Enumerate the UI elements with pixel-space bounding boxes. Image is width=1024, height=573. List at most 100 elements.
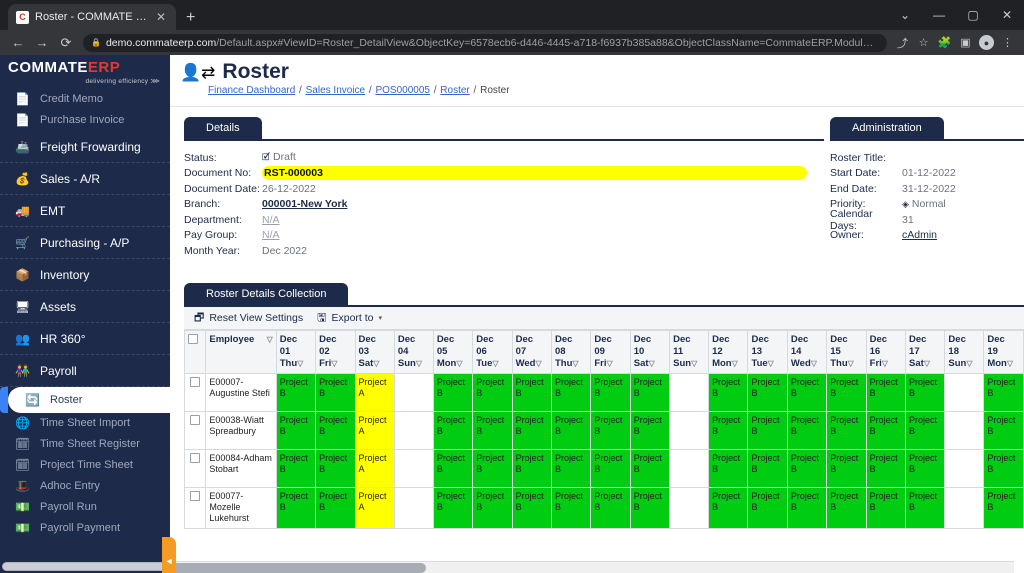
roster-cell[interactable]: Project B bbox=[630, 487, 669, 528]
back-icon[interactable]: ← bbox=[6, 32, 30, 54]
roster-cell[interactable]: Project B bbox=[787, 411, 826, 449]
filter-icon[interactable]: ▽ bbox=[607, 359, 613, 368]
sidebar-item-time-sheet-import[interactable]: 🌐Time Sheet Import bbox=[0, 413, 170, 434]
roster-cell[interactable]: Project A bbox=[355, 411, 394, 449]
roster-cell[interactable]: Project B bbox=[827, 449, 866, 487]
roster-cell[interactable]: Project B bbox=[316, 487, 355, 528]
column-header-dec-14[interactable]: Dec14Wed▽ bbox=[787, 331, 826, 374]
reset-view-settings-button[interactable]: 🗗Reset View Settings bbox=[194, 309, 303, 328]
roster-cell[interactable]: Project B bbox=[551, 487, 590, 528]
row-select-cell[interactable] bbox=[185, 487, 206, 528]
details-field-value[interactable]: N/A bbox=[262, 214, 280, 226]
row-checkbox[interactable] bbox=[190, 453, 200, 463]
sidebar-item-emt[interactable]: 🚚EMT bbox=[0, 195, 170, 227]
sidebar-item-roster[interactable]: 🔄Roster bbox=[8, 387, 170, 413]
close-icon[interactable]: ✕ bbox=[154, 11, 168, 23]
select-all-header[interactable] bbox=[185, 331, 206, 374]
roster-cell[interactable] bbox=[670, 411, 709, 449]
profile-icon[interactable]: ● bbox=[976, 32, 997, 54]
reload-icon[interactable]: ⟳ bbox=[54, 32, 78, 54]
filter-icon[interactable]: ▽ bbox=[811, 359, 817, 368]
roster-cell[interactable]: Project B bbox=[984, 449, 1024, 487]
filter-icon[interactable]: ▽ bbox=[535, 359, 541, 368]
filter-icon[interactable]: ▽ bbox=[331, 359, 337, 368]
roster-cell[interactable]: Project B bbox=[512, 449, 551, 487]
roster-cell[interactable] bbox=[394, 449, 433, 487]
share-icon[interactable]: ⤴ bbox=[892, 32, 913, 54]
sidebar-item-time-sheet-register[interactable]: 🗓Time Sheet Register bbox=[0, 434, 170, 455]
roster-cell[interactable] bbox=[945, 373, 984, 411]
roster-cell[interactable]: Project B bbox=[316, 373, 355, 411]
export-to-button[interactable]: 🖫Export to▾ bbox=[317, 309, 382, 328]
roster-cell[interactable]: Project B bbox=[709, 487, 748, 528]
sidebar-item-purchasing-a-p[interactable]: 🛒Purchasing - A/P bbox=[0, 227, 170, 259]
roster-cell[interactable] bbox=[394, 411, 433, 449]
sidebar-item-credit-memo[interactable]: 📄Credit Memo bbox=[0, 89, 170, 110]
roster-cell[interactable]: Project B bbox=[906, 449, 945, 487]
column-header-dec-16[interactable]: Dec16Fri▽ bbox=[866, 331, 905, 374]
address-bar[interactable]: 🔒 demo.commateerp.com/Default.aspx#ViewI… bbox=[83, 34, 887, 52]
roster-cell[interactable]: Project B bbox=[866, 373, 905, 411]
column-header-dec-18[interactable]: Dec18Sun▽ bbox=[945, 331, 984, 374]
roster-cell[interactable]: Project B bbox=[827, 487, 866, 528]
filter-icon[interactable]: ▽ bbox=[924, 359, 930, 368]
roster-cell[interactable] bbox=[394, 373, 433, 411]
column-header-dec-19[interactable]: Dec19Mon▽ bbox=[984, 331, 1024, 374]
roster-cell[interactable]: Project B bbox=[748, 449, 787, 487]
minimize-icon[interactable]: — bbox=[922, 0, 956, 30]
roster-cell[interactable]: Project B bbox=[709, 449, 748, 487]
filter-icon[interactable]: ▽ bbox=[416, 359, 422, 368]
roster-cell[interactable]: Project B bbox=[984, 411, 1024, 449]
roster-cell[interactable]: Project A bbox=[355, 373, 394, 411]
roster-cell[interactable]: Project B bbox=[512, 487, 551, 528]
sidebar-item-payroll-payment[interactable]: 💵Payroll Payment bbox=[0, 518, 170, 539]
sidebar-item-assets[interactable]: 🖥Assets bbox=[0, 291, 170, 323]
roster-cell[interactable]: Project B bbox=[433, 411, 472, 449]
filter-icon[interactable]: ▽ bbox=[768, 359, 774, 368]
roster-cell[interactable]: Project B bbox=[906, 373, 945, 411]
column-header-dec-06[interactable]: Dec06Tue▽ bbox=[473, 331, 512, 374]
details-tab-header[interactable]: Details bbox=[184, 117, 824, 139]
sidebar-item-freight-frowarding[interactable]: 🚢Freight Frowarding bbox=[0, 131, 170, 163]
roster-cell[interactable]: Project B bbox=[512, 411, 551, 449]
sidebar-item-hr-360[interactable]: 👥HR 360° bbox=[0, 323, 170, 355]
filter-icon[interactable]: ▽ bbox=[373, 359, 379, 368]
roster-cell[interactable]: Project B bbox=[787, 487, 826, 528]
chevron-down-icon[interactable]: ▾ bbox=[379, 314, 383, 322]
bookmark-icon[interactable]: ☆ bbox=[913, 32, 934, 54]
column-header-dec-04[interactable]: Dec04Sun▽ bbox=[394, 331, 433, 374]
scrollbar-thumb[interactable] bbox=[170, 563, 426, 573]
roster-cell[interactable]: Project B bbox=[827, 411, 866, 449]
roster-cell[interactable]: Project B bbox=[512, 373, 551, 411]
roster-cell[interactable]: Project B bbox=[787, 373, 826, 411]
roster-cell[interactable]: Project B bbox=[866, 487, 905, 528]
roster-cell[interactable]: Project B bbox=[473, 487, 512, 528]
table-row[interactable]: E00084-Adham StobartProject BProject BPr… bbox=[185, 449, 1024, 487]
column-header-dec-10[interactable]: Dec10Sat▽ bbox=[630, 331, 669, 374]
column-header-dec-03[interactable]: Dec03Sat▽ bbox=[355, 331, 394, 374]
roster-cell[interactable]: Project B bbox=[630, 411, 669, 449]
sidebar-item-adhoc-entry[interactable]: 🎩Adhoc Entry bbox=[0, 476, 170, 497]
sidebar-item-project-time-sheet[interactable]: 🗓Project Time Sheet bbox=[0, 455, 170, 476]
grid-scroll-area[interactable]: Employee▽Dec01Thu▽Dec02Fri▽Dec03Sat▽Dec0… bbox=[184, 330, 1024, 529]
side-panel-icon[interactable]: ▣ bbox=[955, 32, 976, 54]
roster-cell[interactable]: Project B bbox=[551, 373, 590, 411]
filter-icon[interactable]: ▽ bbox=[732, 359, 738, 368]
roster-cell[interactable]: Project B bbox=[787, 449, 826, 487]
roster-cell[interactable]: Project B bbox=[551, 411, 590, 449]
column-header-dec-08[interactable]: Dec08Thu▽ bbox=[551, 331, 590, 374]
browser-tab[interactable]: C Roster - COMMATE ERP ✕ bbox=[8, 4, 176, 30]
column-header-dec-02[interactable]: Dec02Fri▽ bbox=[316, 331, 355, 374]
filter-icon[interactable]: ▽ bbox=[691, 359, 697, 368]
roster-cell[interactable]: Project B bbox=[276, 449, 315, 487]
roster-cell[interactable]: Project B bbox=[748, 411, 787, 449]
roster-cell[interactable] bbox=[670, 373, 709, 411]
filter-icon[interactable]: ▽ bbox=[456, 359, 462, 368]
roster-cell[interactable] bbox=[670, 449, 709, 487]
column-header-dec-05[interactable]: Dec05Mon▽ bbox=[433, 331, 472, 374]
sidebar-item-payroll-run[interactable]: 💵Payroll Run bbox=[0, 497, 170, 518]
row-select-cell[interactable] bbox=[185, 411, 206, 449]
roster-cell[interactable]: Project B bbox=[866, 449, 905, 487]
table-row[interactable]: E00038-Wiatt SpreadburyProject BProject … bbox=[185, 411, 1024, 449]
roster-cell[interactable]: Project B bbox=[433, 373, 472, 411]
